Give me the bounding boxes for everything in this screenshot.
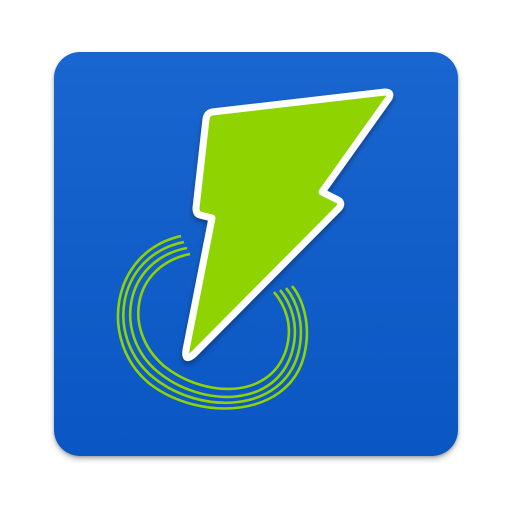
screen xyxy=(0,0,512,512)
app-icon-graphic xyxy=(54,52,458,456)
app-icon[interactable] xyxy=(54,52,458,456)
